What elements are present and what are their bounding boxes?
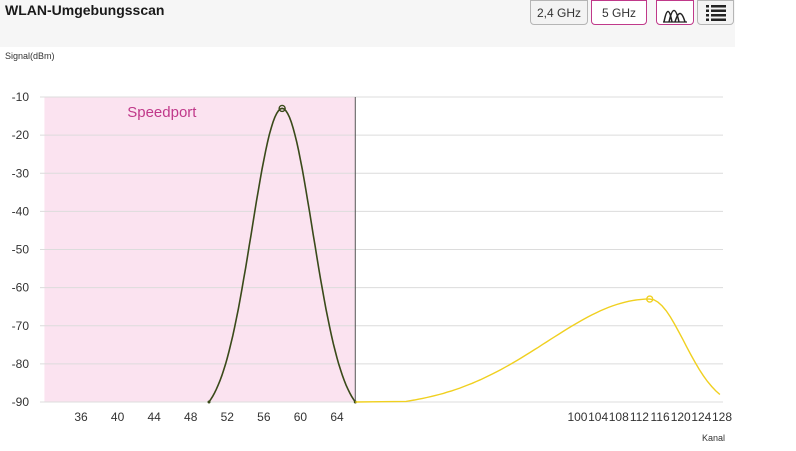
y-tick-label: -80 (12, 357, 30, 371)
y-tick-label: -90 (12, 395, 30, 409)
y-tick-label: -60 (12, 281, 30, 295)
x-axis-label: Kanal (702, 433, 726, 443)
series-start-point (207, 400, 211, 404)
y-tick-label: -20 (12, 128, 30, 142)
series-line-2 (355, 298, 721, 403)
x-tick-label: 56 (257, 410, 271, 424)
x-tick-label: 52 (221, 410, 235, 424)
x-tick-label: 40 (111, 410, 125, 424)
x-tick-label: 100 (567, 410, 587, 424)
y-tick-label: -30 (12, 166, 30, 180)
x-tick-label: 112 (630, 410, 649, 424)
x-tick-label: 36 (74, 410, 88, 424)
y-tick-label: -10 (12, 90, 30, 104)
x-tick-label: 44 (147, 410, 161, 424)
x-tick-label: 104 (588, 410, 608, 424)
x-tick-label: 116 (650, 410, 669, 424)
x-tick-label: 60 (294, 410, 308, 424)
highlight-label: Speedport (127, 104, 197, 121)
x-tick-label: 108 (609, 410, 629, 424)
y-tick-label: -50 (12, 243, 30, 257)
x-tick-label: 124 (691, 410, 711, 424)
y-tick-label: -40 (12, 204, 30, 218)
x-tick-label: 64 (330, 410, 344, 424)
wifi-scan-chart: Speedport -10 -20 -30 -40 -50 -60 -70 -80 -90 36 40… (12, 90, 733, 424)
x-tick-label: 120 (671, 410, 691, 424)
y-tick-label: -70 (12, 319, 30, 333)
x-tick-label: 128 (712, 410, 732, 424)
x-tick-label: 48 (184, 410, 198, 424)
